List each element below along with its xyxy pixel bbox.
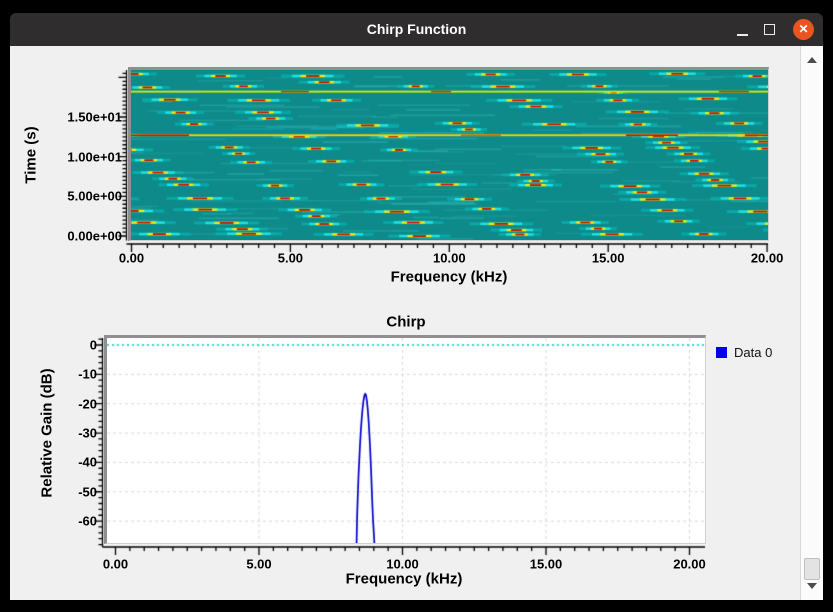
close-button[interactable]: ✕ [793, 19, 814, 40]
maximize-button[interactable] [762, 21, 778, 38]
line-plot-y-axis-title: Relative Gain (dB) [39, 368, 56, 497]
app-window: Chirp Function ✕ Time (s) 0.00 5.00 10.00 1… [10, 13, 823, 600]
line-plot-title: Chirp [386, 314, 425, 331]
line-plot-x-axis-title: Frequency (kHz) [346, 571, 463, 588]
legend-label-data0: Data 0 [734, 345, 772, 360]
spectrogram-y-tick-label: 0.00e+00 [67, 229, 122, 244]
spectrogram-x-axis-title: Frequency (kHz) [391, 269, 508, 286]
line-plot-canvas[interactable] [107, 338, 705, 543]
spectrogram-x-tick-label: 0.00 [119, 251, 144, 266]
line-plot-x-tick-label: 20.00 [673, 557, 706, 572]
spectrogram-y-tick-label: 5.00e+00 [67, 189, 122, 204]
line-plot-y-tick-label: 0 [90, 338, 97, 353]
line-plot-y-tick-label: -40 [78, 455, 97, 470]
spectrogram-y-tick-label: 1.50e+01 [67, 110, 122, 125]
line-plot-x-tick-label: 10.00 [386, 557, 419, 572]
scrollbar-thumb[interactable] [804, 558, 820, 580]
close-icon: ✕ [793, 19, 814, 40]
line-plot-y-tick-label: -60 [78, 514, 97, 529]
line-plot-y-tick-label: -30 [78, 426, 97, 441]
minimize-button[interactable] [735, 21, 751, 38]
spectrogram-y-tick-label: 1.00e+01 [67, 149, 122, 164]
line-plot-y-tick-label: -10 [78, 367, 97, 382]
line-plot-x-tick-label: 0.00 [103, 557, 128, 572]
line-plot-canvas-frame [104, 335, 706, 544]
maximize-icon [764, 24, 775, 35]
spectrogram-canvas-frame [128, 67, 769, 241]
window-content: Time (s) 0.00 5.00 10.00 15.00 20.00 0.00e+00… [10, 46, 823, 600]
spectrogram-y-axis-title: Time (s) [23, 126, 40, 183]
minimize-icon [737, 34, 748, 36]
vertical-scrollbar[interactable] [800, 46, 823, 600]
spectrogram-x-tick-label: 15.00 [592, 251, 625, 266]
window-titlebar[interactable]: Chirp Function ✕ [10, 13, 823, 46]
spectrogram-x-tick-label: 20.00 [751, 251, 784, 266]
line-plot-x-tick-label: 15.00 [530, 557, 563, 572]
desktop-background: Chirp Function ✕ Time (s) 0.00 5.00 10.00 1… [0, 0, 833, 612]
line-plot-x-tick-label: 5.00 [246, 557, 271, 572]
legend-item-data0[interactable]: Data 0 [716, 345, 772, 360]
line-plot-y-tick-label: -50 [78, 484, 97, 499]
scrollbar-up-arrow-icon[interactable] [807, 57, 817, 63]
legend-marker-data0 [716, 347, 727, 358]
spectrogram-plot-canvas[interactable] [131, 70, 768, 240]
spectrogram-x-tick-label: 5.00 [278, 251, 303, 266]
scrollbar-down-arrow-icon[interactable] [807, 583, 817, 589]
window-title: Chirp Function [10, 13, 823, 46]
line-plot-y-tick-label: -20 [78, 396, 97, 411]
spectrogram-x-tick-label: 10.00 [433, 251, 466, 266]
